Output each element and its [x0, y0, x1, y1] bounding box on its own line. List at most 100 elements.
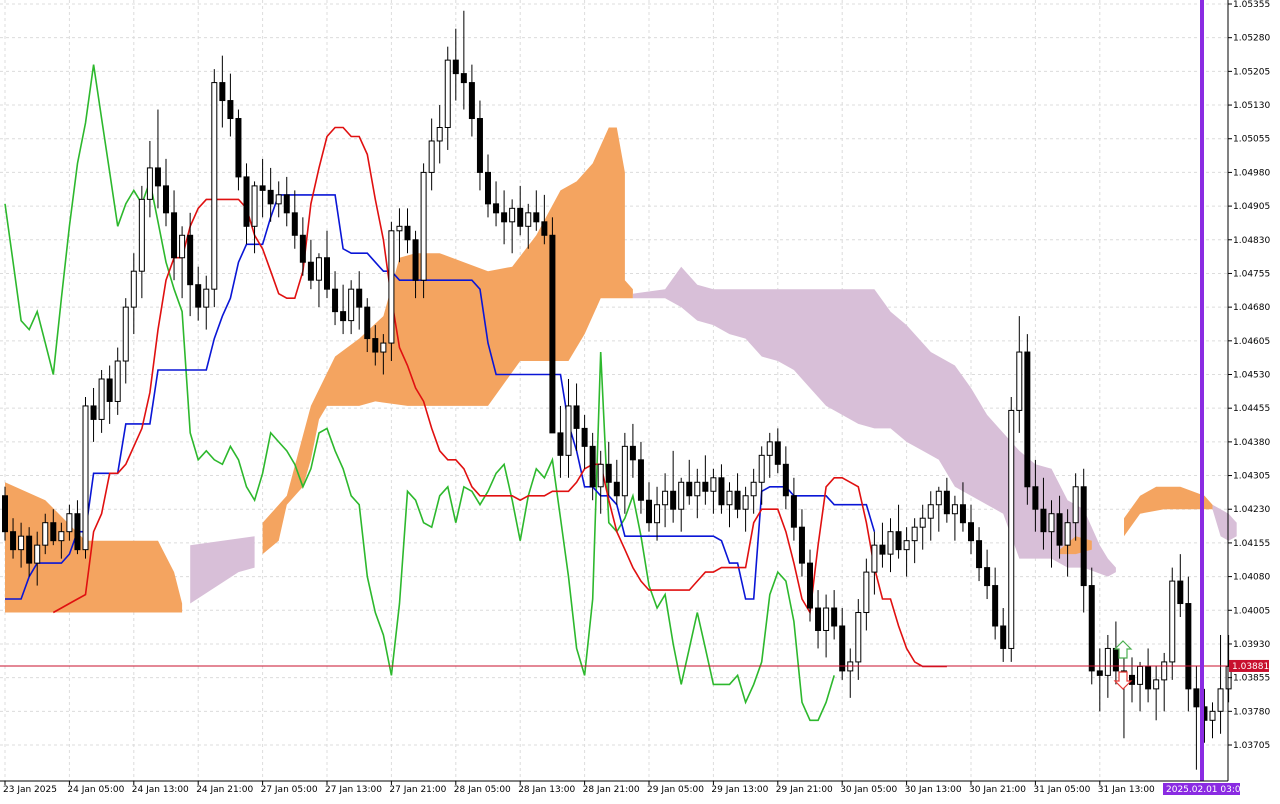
y-tick-label: 1.04155 [1233, 539, 1270, 549]
y-tick-label: 1.05205 [1233, 67, 1270, 77]
candle-body-bull [42, 522, 49, 546]
candle-body-bull [823, 607, 830, 631]
candle-body-bear [959, 504, 966, 524]
candle-body-bull [34, 544, 41, 564]
candle-body-bull [1104, 647, 1111, 676]
candle-body-bull [951, 504, 958, 515]
candle-body-bear [259, 185, 266, 191]
y-tick-label: 1.03705 [1233, 741, 1270, 751]
x-tick-label: 27 Jan 21:00 [389, 785, 446, 795]
candle-body-bull [315, 257, 322, 281]
candle-body-bear [968, 522, 974, 542]
candle-body-bear [356, 288, 363, 308]
candle-body-bear [1145, 665, 1152, 690]
y-tick-label: 1.04230 [1233, 505, 1270, 515]
candle-body-bear [581, 427, 588, 447]
y-tick-label: 1.04830 [1233, 236, 1270, 246]
candle [549, 217, 556, 434]
candle-body-bull [509, 207, 516, 223]
candle-body-bear [670, 490, 677, 510]
candle-body-bear [879, 544, 886, 555]
candle-body-bull [275, 194, 282, 205]
candle-body-bear [589, 445, 596, 488]
candle-body-bear [227, 100, 234, 120]
candle-body-bear [1056, 513, 1063, 546]
candle-body-bear [533, 212, 540, 223]
candle-body-bull [742, 495, 749, 510]
candle [1088, 567, 1095, 685]
candle-body-bull [1048, 513, 1055, 533]
candle-body-bear [637, 459, 644, 501]
candle-body-bear [404, 225, 411, 241]
candle-body-bear [839, 625, 846, 672]
candle-body-bull [525, 212, 532, 227]
x-tick-label: 29 Jan 21:00 [776, 785, 833, 795]
candle-body-bear [1096, 670, 1103, 676]
y-tick-label: 1.04605 [1233, 337, 1270, 347]
y-tick-label: 1.04530 [1233, 371, 1270, 381]
candle-body-bull [380, 342, 387, 353]
candle-body-bull [863, 571, 870, 614]
candle-body-bear [1080, 486, 1087, 587]
chart-canvas: 1.03881 2025.02.01 03:00 1.05355 1.05280 1… [0, 0, 1280, 800]
y-tick-label: 1.04005 [1233, 606, 1270, 616]
candle-body-bull [855, 612, 862, 663]
candle-body-bull [911, 526, 918, 542]
candle-body-bear [195, 284, 202, 308]
candle-body-bull [758, 454, 765, 483]
candle-body-bear [943, 490, 950, 515]
candle-body-bull [396, 225, 403, 232]
candle-body-bull [1016, 351, 1023, 411]
x-tick-label: 29 Jan 13:00 [711, 785, 768, 795]
candle-body-bear [1177, 580, 1184, 605]
x-tick-label: 28 Jan 05:00 [454, 785, 511, 795]
y-tick-label: 1.04980 [1233, 168, 1270, 178]
candle-body-bull [130, 270, 137, 308]
candle [82, 396, 89, 559]
candle-body-bear [1129, 674, 1135, 685]
candle-body-bull [66, 513, 73, 533]
candle-body-bear [476, 118, 483, 173]
y-tick-label: 1.04080 [1233, 573, 1270, 583]
candle-body-bull [444, 59, 451, 129]
candle-body-bull [138, 198, 145, 272]
candle-body-bear [324, 257, 330, 290]
candle-body-bear [307, 261, 314, 281]
candle-body-bear [332, 288, 339, 313]
candle-body-bear [50, 522, 57, 542]
time-marker-label: 2025.02.01 03:00 [1166, 785, 1247, 795]
candle-body-bear [187, 234, 194, 286]
candle-body-bear [718, 477, 725, 506]
y-tick-label: 1.05280 [1233, 34, 1270, 44]
candle-body-bull [1217, 688, 1224, 712]
candle-body-bear [154, 167, 161, 187]
candle-body-bull [1008, 409, 1015, 649]
candle-body-bear [1000, 625, 1007, 649]
candle-body-bull [1064, 522, 1071, 546]
candle-body-bull [428, 140, 435, 173]
candle-body-bear [1032, 486, 1039, 510]
candle-body-bear [452, 59, 459, 75]
x-tick-label: 31 Jan 13:00 [1098, 785, 1155, 795]
candle-body-bear [2, 495, 8, 533]
candle-body-bear [412, 239, 419, 281]
candle-body-bull [82, 405, 89, 551]
x-tick-label: 29 Jan 05:00 [647, 785, 704, 795]
candle-body-bull [114, 360, 121, 402]
candle-body-bull [903, 540, 910, 551]
x-tick-label: 24 Jan 13:00 [132, 785, 189, 795]
candle-body-bear [702, 481, 709, 492]
candle-body-bull [420, 171, 427, 281]
candle-body-bull [710, 477, 717, 492]
candle-body-bear [573, 405, 580, 429]
candle-body-bear [340, 311, 347, 322]
candle-body-bear [74, 513, 81, 551]
candle-body-bear [686, 481, 693, 497]
candle-body-bear [501, 212, 508, 223]
candle-body-bull [348, 288, 355, 322]
candle-body-bear [1024, 351, 1031, 488]
candle-body-bull [211, 82, 218, 290]
candle-body-bear [895, 531, 902, 551]
candle-body-bear [468, 82, 475, 120]
y-tick-label: 1.03855 [1233, 674, 1270, 684]
